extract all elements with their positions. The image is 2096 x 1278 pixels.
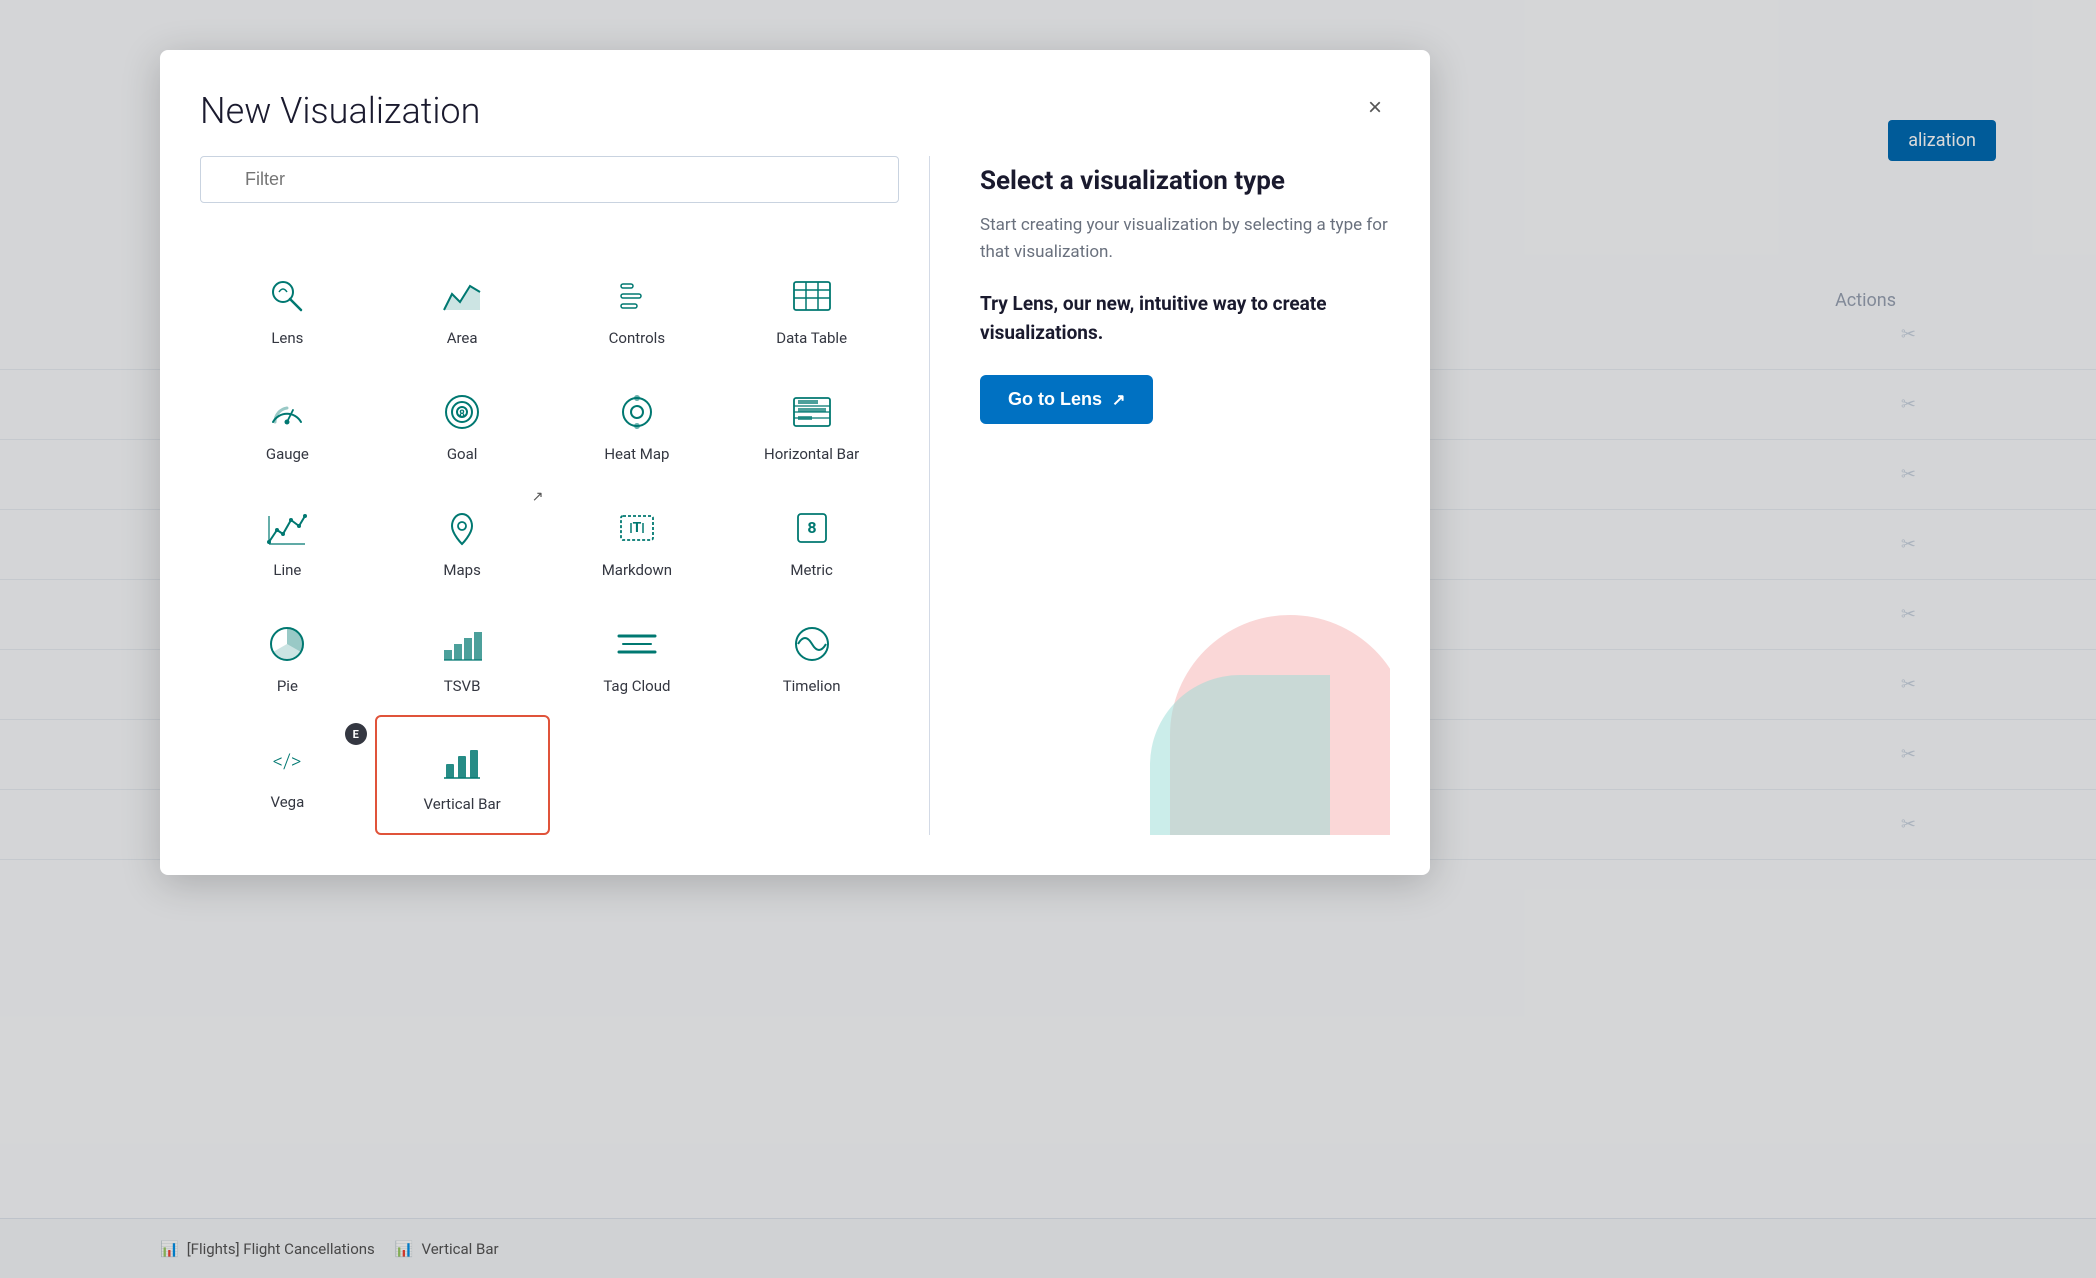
new-visualization-modal: New Visualization × bbox=[160, 50, 1430, 875]
viz-label-controls: Controls bbox=[609, 329, 665, 347]
modal-close-button[interactable]: × bbox=[1360, 90, 1390, 126]
viz-item-tag-cloud[interactable]: Tag Cloud bbox=[550, 599, 725, 715]
area-icon bbox=[437, 271, 487, 321]
go-to-lens-button[interactable]: Go to Lens ↗ bbox=[980, 375, 1153, 424]
svg-text:</>: </> bbox=[273, 749, 302, 773]
viz-item-goal[interactable]: 8 Goal bbox=[375, 367, 550, 483]
vertical-bar-icon bbox=[437, 737, 487, 787]
viz-item-vega[interactable]: E </> Vega bbox=[200, 715, 375, 835]
viz-item-heat-map[interactable]: Heat Map bbox=[550, 367, 725, 483]
svg-text:8: 8 bbox=[807, 518, 816, 537]
left-panel: Lens Area bbox=[200, 156, 930, 835]
viz-label-gauge: Gauge bbox=[266, 445, 309, 463]
viz-item-controls[interactable]: Controls bbox=[550, 251, 725, 367]
filter-input[interactable] bbox=[200, 156, 899, 203]
viz-item-vertical-bar[interactable]: Vertical Bar bbox=[375, 715, 550, 835]
viz-item-metric[interactable]: 8 Metric bbox=[724, 483, 899, 599]
right-panel: Select a visualization type Start creati… bbox=[930, 156, 1390, 835]
vega-icon: </> bbox=[262, 735, 312, 785]
go-to-lens-label: Go to Lens bbox=[1008, 389, 1102, 410]
viz-label-line: Line bbox=[273, 561, 301, 579]
svg-text:T: T bbox=[633, 520, 642, 536]
viz-label-lens: Lens bbox=[271, 329, 303, 347]
viz-label-markdown: Markdown bbox=[602, 561, 672, 579]
filter-wrapper bbox=[200, 156, 899, 227]
horizontal-bar-icon bbox=[787, 387, 837, 437]
viz-item-timelion[interactable]: Timelion bbox=[724, 599, 899, 715]
tsvb-icon bbox=[437, 619, 487, 669]
maps-icon bbox=[437, 503, 487, 553]
decorative-container bbox=[1110, 555, 1390, 835]
viz-label-horizontal-bar: Horizontal Bar bbox=[764, 445, 859, 463]
viz-label-heat-map: Heat Map bbox=[604, 445, 669, 463]
pie-icon bbox=[262, 619, 312, 669]
modal-header: New Visualization × bbox=[200, 90, 1390, 132]
viz-item-markdown[interactable]: T Markdown bbox=[550, 483, 725, 599]
decorative-teal-shape bbox=[1150, 675, 1330, 835]
viz-item-gauge[interactable]: Gauge bbox=[200, 367, 375, 483]
controls-icon bbox=[612, 271, 662, 321]
viz-label-metric: Metric bbox=[790, 561, 833, 579]
svg-text:8: 8 bbox=[459, 409, 465, 420]
viz-label-area: Area bbox=[447, 329, 478, 347]
viz-label-timelion: Timelion bbox=[783, 677, 841, 695]
viz-label-pie: Pie bbox=[277, 677, 298, 695]
right-panel-promo: Try Lens, our new, intuitive way to crea… bbox=[980, 290, 1390, 347]
viz-item-lens[interactable]: Lens bbox=[200, 251, 375, 367]
viz-label-vega: Vega bbox=[270, 793, 304, 811]
lens-icon bbox=[262, 271, 312, 321]
modal-title: New Visualization bbox=[200, 90, 480, 132]
viz-label-tag-cloud: Tag Cloud bbox=[603, 677, 670, 695]
tag-cloud-icon bbox=[612, 619, 662, 669]
right-panel-description: Start creating your visualization by sel… bbox=[980, 212, 1390, 266]
viz-item-data-table[interactable]: Data Table bbox=[724, 251, 899, 367]
viz-item-pie[interactable]: Pie bbox=[200, 599, 375, 715]
external-link-icon-lens: ↗ bbox=[1112, 390, 1125, 410]
right-panel-title: Select a visualization type bbox=[980, 166, 1390, 196]
viz-label-goal: Goal bbox=[447, 445, 478, 463]
viz-item-maps[interactable]: ↗ Maps bbox=[375, 483, 550, 599]
viz-item-horizontal-bar[interactable]: Horizontal Bar bbox=[724, 367, 899, 483]
vega-badge: E bbox=[345, 723, 367, 745]
viz-item-area[interactable]: Area bbox=[375, 251, 550, 367]
external-link-icon: ↗ bbox=[532, 489, 544, 505]
viz-label-maps: Maps bbox=[443, 561, 480, 579]
viz-item-line[interactable]: Line bbox=[200, 483, 375, 599]
goal-icon: 8 bbox=[437, 387, 487, 437]
heat-map-icon bbox=[612, 387, 662, 437]
metric-icon: 8 bbox=[787, 503, 837, 553]
gauge-icon bbox=[262, 387, 312, 437]
timelion-icon bbox=[787, 619, 837, 669]
viz-label-data-table: Data Table bbox=[776, 329, 847, 347]
data-table-icon bbox=[787, 271, 837, 321]
viz-label-tsvb: TSVB bbox=[444, 677, 481, 695]
line-chart-icon bbox=[262, 503, 312, 553]
modal-body: Lens Area bbox=[200, 156, 1390, 835]
viz-label-vertical-bar: Vertical Bar bbox=[424, 795, 501, 813]
viz-item-tsvb[interactable]: TSVB bbox=[375, 599, 550, 715]
viz-type-grid: Lens Area bbox=[200, 251, 899, 835]
markdown-icon: T bbox=[612, 503, 662, 553]
